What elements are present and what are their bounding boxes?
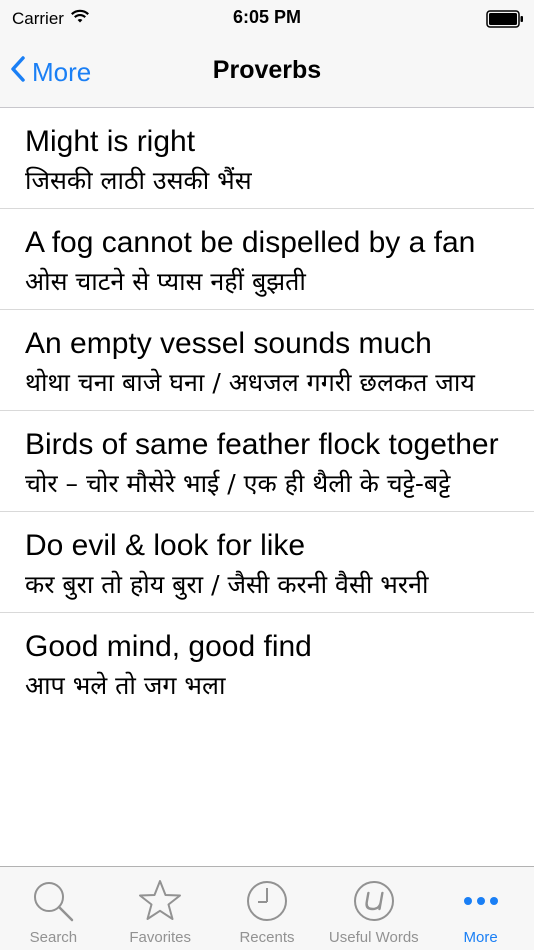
more-dots-icon (457, 877, 505, 925)
u-circle-icon (350, 877, 398, 925)
star-icon (136, 877, 184, 925)
page-title: Proverbs (212, 56, 322, 84)
list-item[interactable]: Do evil & look for like कर बुरा तो होय ब… (0, 512, 534, 613)
search-icon (29, 877, 77, 925)
tab-bar: Search Favorites Recents Useful Words Mo… (0, 866, 534, 950)
proverbs-list: Might is right जिसकी लाठी उसकी भैंस A fo… (0, 108, 534, 866)
proverb-hindi: आप भले तो जग भला (25, 671, 226, 700)
proverb-hindi: ओस चाटने से प्यास नहीं बुझती (25, 267, 306, 296)
list-item[interactable]: A fog cannot be dispelled by a fan ओस चा… (0, 209, 534, 310)
clock-icon (243, 877, 291, 925)
tab-useful-words[interactable]: Useful Words (320, 867, 427, 950)
tab-label: Useful Words (328, 929, 419, 946)
proverb-hindi: चोर – चोर मौसेरे भाई / एक ही थैली के चट्… (25, 469, 451, 498)
tab-search[interactable]: Search (0, 867, 107, 950)
tab-favorites[interactable]: Favorites (107, 867, 214, 950)
proverb-hindi: जिसकी लाठी उसकी भैंस (25, 166, 252, 195)
tab-label: More (463, 929, 498, 946)
tab-recents[interactable]: Recents (214, 867, 321, 950)
tab-label: Search (29, 929, 78, 946)
proverb-english: A fog cannot be dispelled by a fan (25, 226, 476, 259)
proverb-english: Do evil & look for like (25, 529, 306, 562)
proverb-hindi: थोथा चना बाजे घना / अधजल गगरी छलकत जाय (25, 368, 475, 397)
proverb-english: Good mind, good find (25, 630, 312, 663)
status-bar: Carrier 6:05 PM (0, 0, 534, 40)
navigation-bar: More Proverbs (0, 40, 534, 108)
list-item[interactable]: An empty vessel sounds much थोथा चना बाज… (0, 310, 534, 411)
list-item[interactable]: Birds of same feather flock together चोर… (0, 411, 534, 512)
battery-icon (486, 10, 524, 28)
tab-label: Favorites (129, 929, 192, 946)
proverb-english: An empty vessel sounds much (25, 327, 432, 360)
proverb-hindi: कर बुरा तो होय बुरा / जैसी करनी वैसी भरन… (25, 570, 429, 599)
list-item[interactable]: Good mind, good find आप भले तो जग भला (0, 613, 534, 713)
tab-label: Recents (239, 929, 295, 946)
proverb-english: Birds of same feather flock together (25, 428, 499, 461)
tab-more[interactable]: More (427, 867, 534, 950)
screen: Carrier 6:05 PM More Proverbs Might is r… (0, 0, 534, 950)
list-item[interactable]: Might is right जिसकी लाठी उसकी भैंस (0, 108, 534, 209)
proverb-english: Might is right (25, 125, 196, 158)
status-time: 6:05 PM (232, 7, 302, 27)
